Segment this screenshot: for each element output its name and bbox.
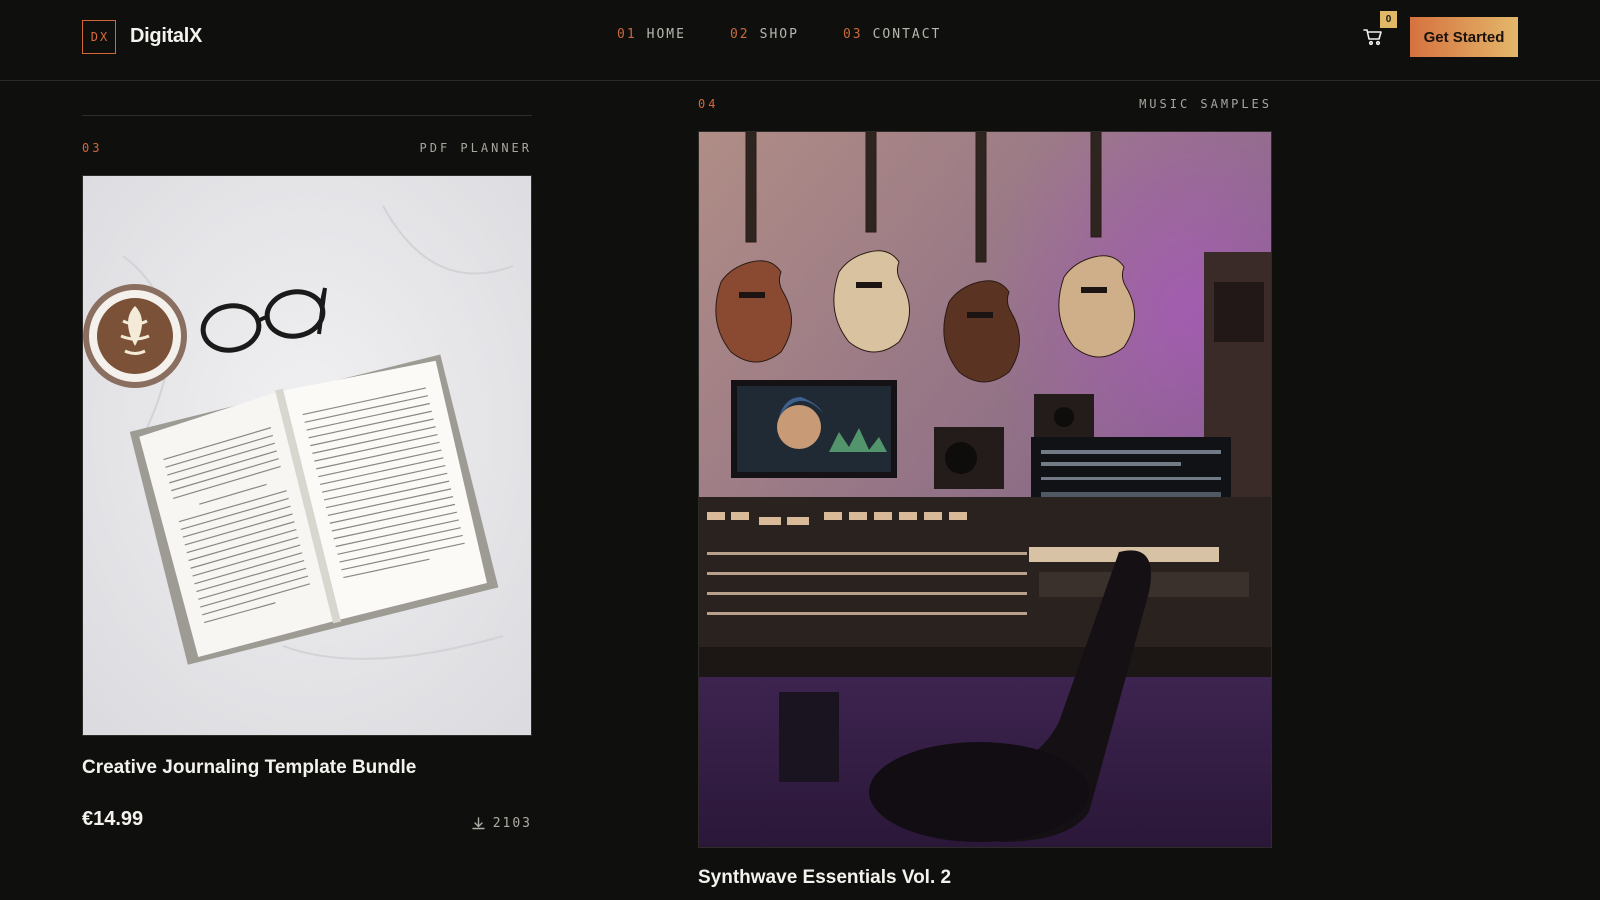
product-price: €14.99 bbox=[82, 808, 144, 830]
nav-item-home[interactable]: 01 HOME bbox=[617, 27, 686, 42]
product-image-studio[interactable] bbox=[698, 131, 1272, 848]
product-number: 03 bbox=[82, 141, 103, 155]
download-count: 2103 bbox=[471, 816, 532, 831]
nav-number: 02 bbox=[729, 27, 750, 42]
product-title[interactable]: Synthwave Essentials Vol. 2 bbox=[698, 867, 951, 889]
product-image-journal[interactable] bbox=[82, 175, 532, 736]
site-header: DX DigitalX 01 HOME 02 SHOP 03 CONTACT 0… bbox=[0, 0, 1600, 81]
logo-mark[interactable]: DX bbox=[82, 20, 116, 54]
card-divider bbox=[82, 115, 532, 116]
nav-label: SHOP bbox=[759, 27, 799, 42]
product-number: 04 bbox=[698, 97, 719, 111]
nav-label: HOME bbox=[646, 27, 686, 42]
nav-item-contact[interactable]: 03 CONTACT bbox=[843, 27, 941, 42]
nav-number: 03 bbox=[842, 27, 863, 42]
cart-count-badge: 0 bbox=[1380, 11, 1397, 28]
product-category: MUSIC SAMPLES bbox=[1139, 97, 1272, 111]
download-count-value: 2103 bbox=[492, 816, 532, 831]
product-title[interactable]: Creative Journaling Template Bundle bbox=[82, 757, 416, 779]
get-started-button[interactable]: Get Started bbox=[1410, 17, 1518, 57]
product-category: PDF PLANNER bbox=[419, 141, 532, 155]
nav-number: 01 bbox=[617, 27, 637, 42]
brand-name[interactable]: DigitalX bbox=[130, 25, 202, 48]
main-nav: 01 HOME 02 SHOP 03 CONTACT bbox=[617, 27, 941, 42]
cart-icon[interactable] bbox=[1362, 26, 1384, 48]
download-icon bbox=[471, 817, 485, 830]
nav-label: CONTACT bbox=[872, 27, 942, 42]
nav-item-shop[interactable]: 02 SHOP bbox=[730, 27, 799, 42]
